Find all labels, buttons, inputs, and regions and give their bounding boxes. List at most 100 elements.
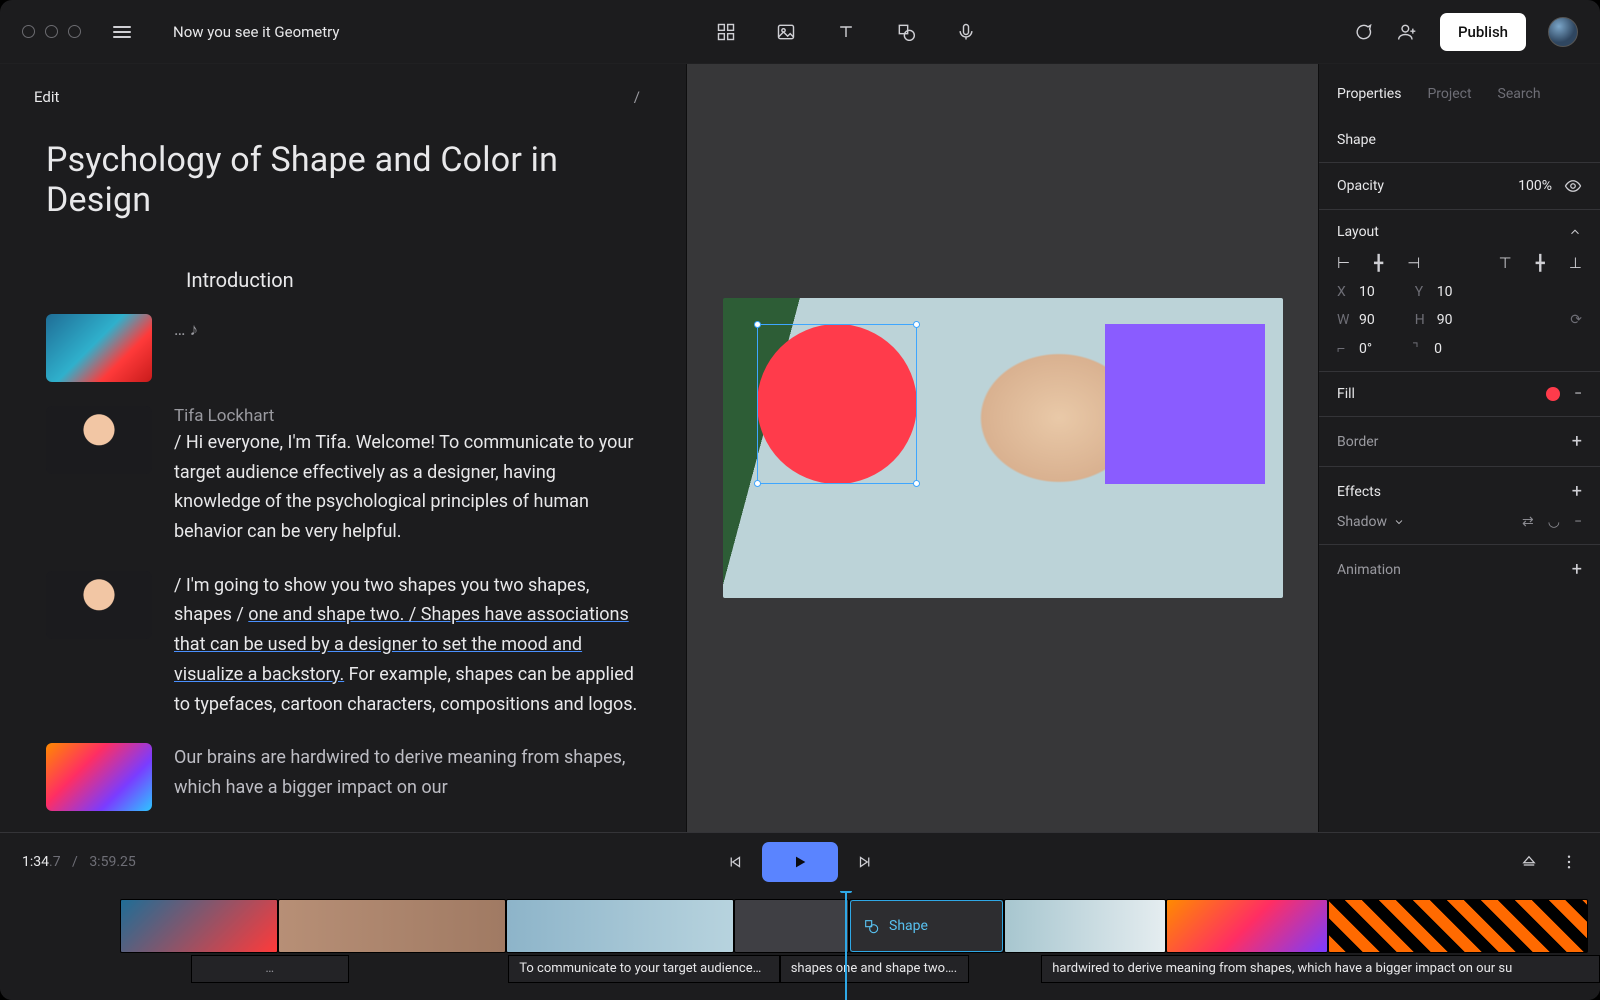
animation-label: Animation [1337, 562, 1401, 578]
resize-handle[interactable] [754, 321, 761, 328]
transcript-paragraph[interactable]: / I'm going to show you two shapes you t… [174, 571, 646, 719]
add-effect-icon[interactable]: + [1572, 481, 1582, 502]
mic-icon[interactable] [955, 21, 977, 43]
current-time: 1:34 [22, 854, 49, 870]
radius-value[interactable]: 0 [1434, 341, 1442, 357]
layout-label: Layout [1337, 224, 1379, 240]
align-right-icon[interactable]: ⊣ [1407, 254, 1420, 272]
comment-icon[interactable] [1352, 21, 1374, 43]
document-title[interactable]: Now you see it Geometry [173, 23, 339, 41]
caption-clip[interactable]: shapes one and shape two…. [780, 955, 970, 983]
clip-thumbnail[interactable] [46, 406, 152, 474]
speaker-name: Tifa Lockhart [174, 406, 646, 426]
properties-panel: Properties Project Search Shape Opacity … [1318, 64, 1600, 832]
grid-icon[interactable] [715, 21, 737, 43]
clip-thumbnail[interactable] [46, 314, 152, 382]
align-center-h-icon[interactable]: ╋ [1374, 254, 1383, 272]
resize-handle[interactable] [754, 480, 761, 487]
align-left-icon[interactable]: ⊢ [1337, 254, 1350, 272]
next-button[interactable] [856, 853, 874, 871]
video-frame[interactable] [723, 298, 1283, 598]
canvas-area[interactable] [686, 64, 1318, 832]
shape-icon [863, 918, 879, 934]
center-toolbar [715, 21, 977, 43]
script-row: … ♪ [46, 314, 646, 382]
collapse-icon[interactable] [1568, 225, 1582, 239]
prev-button[interactable] [726, 853, 744, 871]
page-title[interactable]: Psychology of Shape and Color in Design [46, 140, 646, 220]
selection-box[interactable] [757, 324, 917, 484]
add-animation-icon[interactable]: + [1572, 559, 1582, 580]
resize-handle[interactable] [913, 480, 920, 487]
remove-fill-icon[interactable]: − [1574, 386, 1582, 402]
rotation-label: ⌐ [1337, 340, 1351, 357]
play-button[interactable] [762, 842, 838, 882]
section-heading[interactable]: Introduction [46, 268, 646, 292]
caption-clip[interactable]: To communicate to your target audience… [508, 955, 779, 983]
tab-properties[interactable]: Properties [1337, 86, 1401, 102]
close-dot[interactable] [22, 25, 35, 38]
caption-clip [120, 955, 191, 983]
h-value[interactable]: 90 [1437, 312, 1453, 328]
y-value[interactable]: 10 [1437, 284, 1453, 300]
align-bottom-icon[interactable]: ⊥ [1569, 254, 1582, 272]
transcript-paragraph[interactable]: / Hi everyone, I'm Tifa. Welcome! To com… [174, 428, 646, 547]
script-row: Our brains are hardwired to derive meani… [46, 743, 646, 811]
timeline-clip[interactable] [506, 899, 734, 953]
w-value[interactable]: 90 [1359, 312, 1375, 328]
shape-section-label: Shape [1337, 132, 1376, 148]
zoom-dot[interactable] [68, 25, 81, 38]
opacity-label: Opacity [1337, 178, 1384, 194]
timeline-clip[interactable] [278, 899, 506, 953]
time-separator: / [72, 854, 78, 870]
effects-label: Effects [1337, 484, 1381, 500]
add-user-icon[interactable] [1396, 21, 1418, 43]
hamburger-menu[interactable] [113, 23, 131, 41]
align-top-icon[interactable]: ⊤ [1499, 254, 1512, 272]
fill-color-swatch[interactable] [1546, 387, 1560, 401]
transcript-paragraph[interactable]: Our brains are hardwired to derive meani… [174, 743, 646, 802]
caption-clip [349, 955, 509, 983]
resize-handle[interactable] [913, 321, 920, 328]
timeline-clip[interactable] [734, 899, 849, 953]
timeline-clip[interactable] [1328, 899, 1588, 953]
add-border-icon[interactable]: + [1572, 431, 1582, 452]
x-value[interactable]: 10 [1359, 284, 1375, 300]
tab-project[interactable]: Project [1427, 86, 1471, 102]
image-icon[interactable] [775, 21, 797, 43]
tracks[interactable]: Shape … To communicate to your target au… [0, 891, 1600, 1000]
shape-clip[interactable]: Shape [849, 899, 1004, 953]
visibility-icon[interactable] [1564, 177, 1582, 195]
caption-clip[interactable]: hardwired to derive meaning from shapes,… [1041, 955, 1600, 983]
caption-clip[interactable]: … [191, 955, 349, 983]
timeline-clip[interactable] [1166, 899, 1328, 953]
effect-hidden-icon[interactable]: ◡ [1548, 514, 1560, 530]
minimize-dot[interactable] [45, 25, 58, 38]
remove-effect-icon[interactable]: − [1574, 514, 1582, 530]
playhead-line[interactable] [845, 891, 847, 1000]
text-icon[interactable] [835, 21, 857, 43]
slash-indicator: / [634, 88, 640, 106]
shadow-label[interactable]: Shadow [1337, 514, 1387, 530]
effect-settings-icon[interactable]: ⇄ [1522, 514, 1534, 530]
timeline-clip[interactable] [1004, 899, 1166, 953]
timeline-clip[interactable] [120, 899, 278, 953]
current-time-frac: .7 [49, 854, 61, 870]
eject-icon[interactable] [1520, 853, 1538, 871]
clip-thumbnail[interactable] [46, 743, 152, 811]
tab-search[interactable]: Search [1498, 86, 1541, 102]
shape-icon[interactable] [895, 21, 917, 43]
publish-button[interactable]: Publish [1440, 13, 1526, 51]
opacity-value[interactable]: 100% [1518, 178, 1552, 194]
clip-thumbnail[interactable] [46, 571, 152, 639]
user-avatar[interactable] [1548, 17, 1578, 47]
rotation-value[interactable]: 0° [1359, 341, 1372, 357]
align-center-v-icon[interactable]: ╋ [1536, 254, 1545, 272]
edit-mode-label[interactable]: Edit [34, 88, 59, 106]
chevron-down-icon[interactable] [1393, 516, 1405, 528]
total-time: 3:59 [89, 854, 116, 870]
link-dimensions-icon[interactable]: ⟳ [1570, 312, 1582, 328]
topbar: Now you see it Geometry [0, 0, 1600, 64]
purple-square-shape[interactable] [1105, 324, 1265, 484]
more-icon[interactable] [1560, 853, 1578, 871]
